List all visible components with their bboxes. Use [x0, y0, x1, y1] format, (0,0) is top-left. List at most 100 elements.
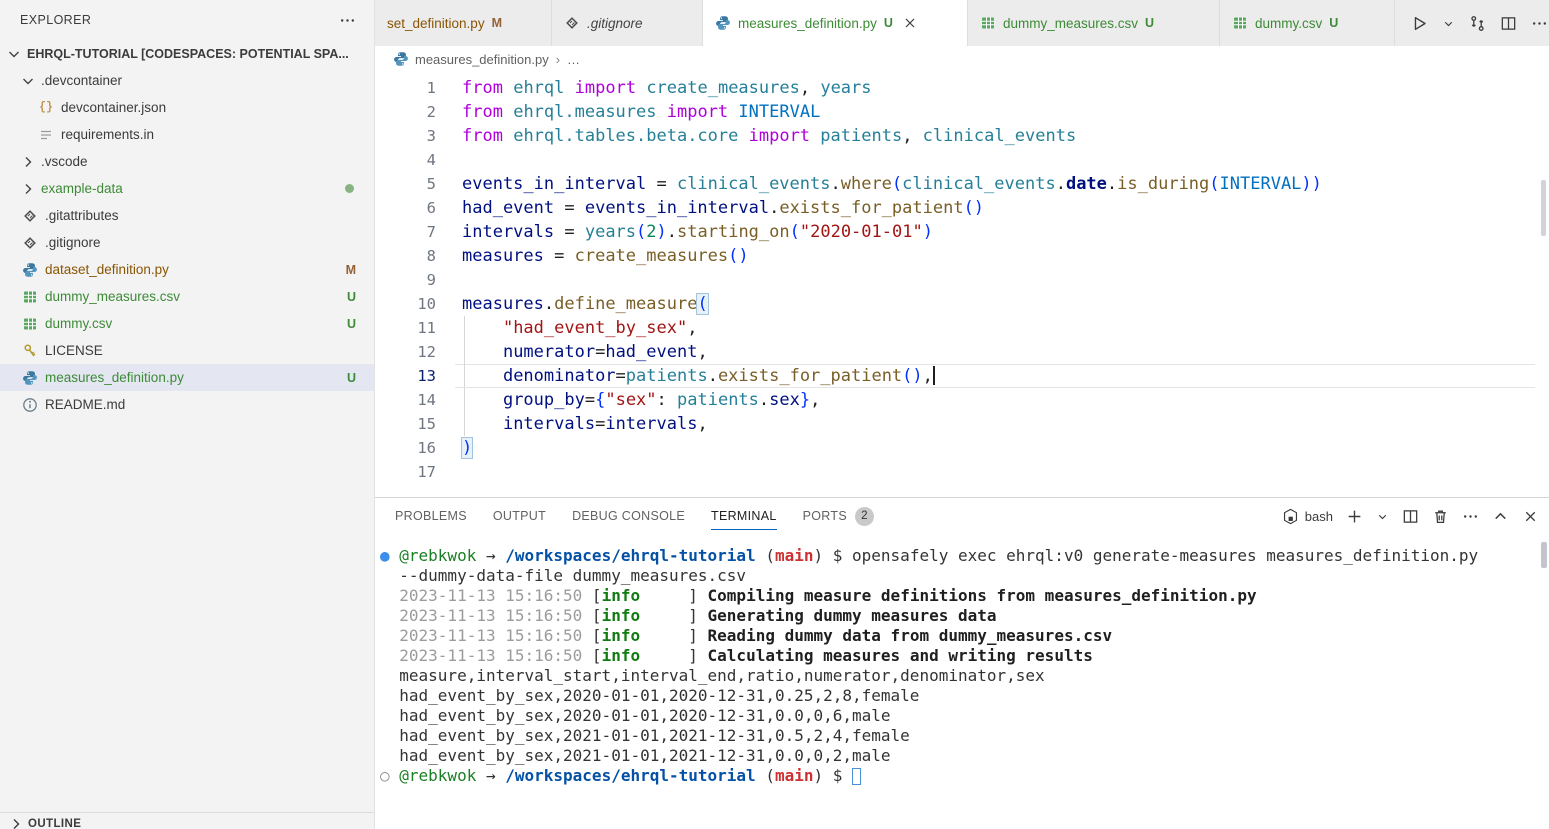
panel-tab-label: TERMINAL	[711, 509, 777, 523]
open-changes-button[interactable]	[1469, 15, 1486, 32]
panel-tab-problems[interactable]: PROBLEMS	[395, 498, 467, 534]
file-tree: EHRQL-TUTORIAL [CODESPACES: POTENTIAL SP…	[0, 40, 374, 418]
code-line[interactable]: 7intervals = years(2).starting_on("2020-…	[375, 220, 1549, 244]
editor-tab-bar: set_definition.pyM .gitignore measures_def…	[375, 0, 1549, 46]
tab-gitignore[interactable]: .gitignore	[552, 0, 703, 46]
sidebar-item-ehrql-tutorial-codespaces-potential-spa[interactable]: EHRQL-TUTORIAL [CODESPACES: POTENTIAL SP…	[0, 40, 374, 67]
sidebar-item-label: EHRQL-TUTORIAL [CODESPACES: POTENTIAL SP…	[27, 47, 349, 61]
sidebar-item-devcontainer-json[interactable]: {}devcontainer.json	[0, 94, 374, 121]
vscode-window: EXPLORER EHRQL-TUTORIAL [CODESPACES: POT…	[0, 0, 1549, 829]
terminal-more-actions[interactable]	[1462, 508, 1479, 525]
chevron-down-icon	[6, 46, 22, 62]
sidebar-item-gitattributes[interactable]: .gitattributes	[0, 202, 374, 229]
shell-label: bash	[1305, 509, 1333, 524]
breadcrumb-file[interactable]: measures_definition.py	[415, 52, 549, 67]
line-number: 16	[375, 436, 462, 460]
tab-dummy-measures-csv[interactable]: dummy_measures.csvU	[968, 0, 1220, 46]
tab-set-definition-py[interactable]: set_definition.pyM	[375, 0, 552, 46]
new-terminal-button[interactable]	[1346, 508, 1363, 525]
terminal[interactable]: ● @rebkwok → /workspaces/ehrql-tutorial …	[375, 534, 1549, 829]
code-text: measures.define_measure(	[462, 292, 708, 316]
breadcrumb-more[interactable]: …	[567, 52, 580, 67]
csv-table-icon	[1232, 15, 1248, 31]
panel-tab-debug-console[interactable]: DEBUG CONSOLE	[572, 498, 685, 534]
shell-chip[interactable]: bash	[1282, 508, 1333, 525]
code-line[interactable]: 3from ehrql.tables.beta.core import pati…	[375, 124, 1549, 148]
code-line[interactable]: 12 numerator=had_event,	[375, 340, 1549, 364]
code-line[interactable]: 13 denominator=patients.exists_for_patie…	[375, 364, 1549, 388]
editor-actions	[1395, 0, 1549, 46]
split-terminal-button[interactable]	[1402, 508, 1419, 525]
code-line[interactable]: 10measures.define_measure(	[375, 292, 1549, 316]
breadcrumb[interactable]: measures_definition.py › …	[375, 46, 1549, 72]
line-number: 5	[375, 172, 462, 196]
tab-label: .gitignore	[587, 16, 643, 31]
sidebar-item-vscode[interactable]: .vscode	[0, 148, 374, 175]
panel-header: PROBLEMS OUTPUT DEBUG CONSOLE TERMINAL PORTS…	[375, 498, 1549, 534]
sidebar-item-dummy-measures-csv[interactable]: dummy_measures.csvU	[0, 283, 374, 310]
split-editor-button[interactable]	[1500, 15, 1517, 32]
tab-label: measures_definition.py	[738, 16, 877, 31]
breadcrumb-separator: ›	[556, 52, 560, 67]
panel-tab-output[interactable]: OUTPUT	[493, 498, 546, 534]
sidebar-item-dummy-csv[interactable]: dummy.csvU	[0, 310, 374, 337]
git-icon	[22, 208, 38, 224]
close-panel-button[interactable]	[1522, 508, 1539, 525]
more-actions-button[interactable]	[1531, 15, 1548, 32]
code-line[interactable]: 4	[375, 148, 1549, 172]
line-number: 11	[375, 316, 462, 340]
tab-measures-definition-py[interactable]: measures_definition.pyU	[703, 0, 968, 46]
close-icon[interactable]	[902, 15, 918, 31]
line-number: 10	[375, 292, 462, 316]
terminal-line: had_event_by_sex,2020-01-01,2020-12-31,0…	[380, 706, 1549, 726]
git-icon	[564, 15, 580, 31]
sidebar-item-measures-definition-py[interactable]: measures_definition.pyU	[0, 364, 374, 391]
sidebar-item-readme-md[interactable]: README.md	[0, 391, 374, 418]
sidebar-item-license[interactable]: LICENSE	[0, 337, 374, 364]
sidebar-item-example-data[interactable]: example-data	[0, 175, 374, 202]
run-dropdown-chevron[interactable]	[1442, 15, 1455, 32]
code-text: intervals = years(2).starting_on("2020-0…	[462, 220, 933, 244]
kill-terminal-button[interactable]	[1432, 508, 1449, 525]
sidebar-item-dataset-definition-py[interactable]: dataset_definition.pyM	[0, 256, 374, 283]
line-number: 14	[375, 388, 462, 412]
outline-section-header[interactable]: OUTLINE	[0, 812, 374, 829]
panel-tab-ports[interactable]: PORTS2	[803, 498, 874, 534]
code-line[interactable]: 6had_event = events_in_interval.exists_f…	[375, 196, 1549, 220]
csv-table-icon	[22, 316, 38, 332]
code-line[interactable]: 2from ehrql.measures import INTERVAL	[375, 100, 1549, 124]
code-line[interactable]: 17	[375, 460, 1549, 484]
readme-info-icon	[22, 397, 38, 413]
bash-icon	[1282, 508, 1299, 525]
code-editor[interactable]: 1from ehrql import create_measures, year…	[375, 72, 1549, 497]
sidebar-item-label: .devcontainer	[41, 73, 122, 88]
code-line[interactable]: 11 "had_event_by_sex",	[375, 316, 1549, 340]
terminal-line: had_event_by_sex,2021-01-01,2021-12-31,0…	[380, 746, 1549, 766]
indent-guide	[464, 412, 465, 436]
terminal-line: --dummy-data-file dummy_measures.csv	[380, 566, 1549, 586]
code-line[interactable]: 5events_in_interval = clinical_events.wh…	[375, 172, 1549, 196]
code-line[interactable]: 8measures = create_measures()	[375, 244, 1549, 268]
tab-git-badge: U	[1145, 16, 1154, 30]
explorer-more-actions-icon[interactable]	[339, 12, 356, 29]
git-changes-dot	[345, 184, 354, 193]
tab-label: dummy.csv	[1255, 16, 1322, 31]
code-line[interactable]: 16)	[375, 436, 1549, 460]
code-line[interactable]: 15 intervals=intervals,	[375, 412, 1549, 436]
panel-tab-terminal[interactable]: TERMINAL	[711, 498, 777, 534]
tab-dummy-csv[interactable]: dummy.csvU	[1220, 0, 1395, 46]
chevron-down-icon	[20, 73, 36, 89]
sidebar-item-gitignore[interactable]: .gitignore	[0, 229, 374, 256]
sidebar-item-devcontainer[interactable]: .devcontainer	[0, 67, 374, 94]
code-line[interactable]: 1from ehrql import create_measures, year…	[375, 76, 1549, 100]
terminal-dropdown-chevron[interactable]	[1376, 508, 1389, 525]
sidebar-item-requirements-in[interactable]: requirements.in	[0, 121, 374, 148]
editor-group: set_definition.pyM .gitignore measures_def…	[375, 0, 1549, 829]
code-line[interactable]: 9	[375, 268, 1549, 292]
run-button[interactable]	[1411, 15, 1428, 32]
text-file-icon	[38, 127, 54, 143]
code-line[interactable]: 14 group_by={"sex": patients.sex},	[375, 388, 1549, 412]
line-number: 9	[375, 268, 462, 292]
maximize-panel-button[interactable]	[1492, 508, 1509, 525]
terminal-scrollbar-thumb[interactable]	[1541, 542, 1547, 568]
